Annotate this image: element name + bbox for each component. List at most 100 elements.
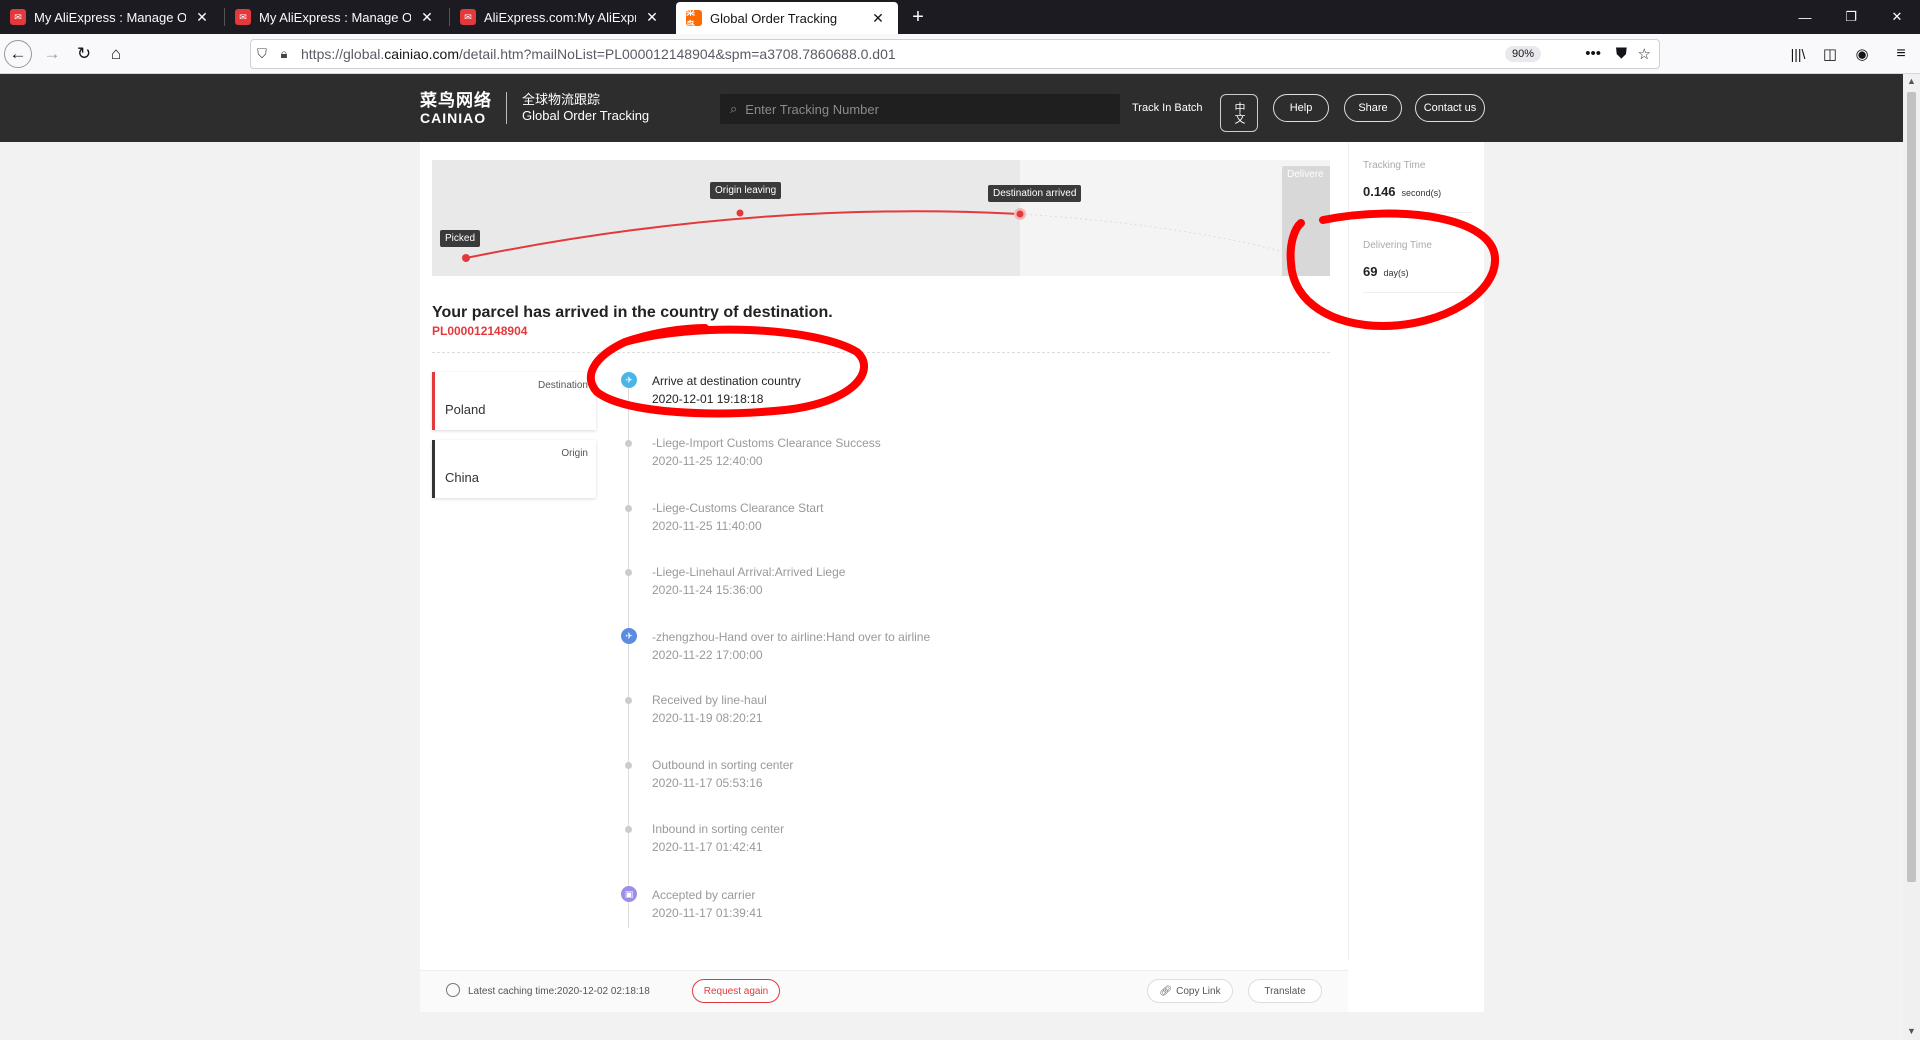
reload-button[interactable]: ↻ xyxy=(69,39,99,69)
copy-link-button[interactable]: 🔗︎ Copy Link xyxy=(1147,979,1233,1003)
stage-destination-arrived-label: Destination arrived xyxy=(988,185,1082,202)
aliexpress-favicon-icon: ✉ xyxy=(460,9,476,25)
page-scrollbar[interactable]: ▲ ▼ xyxy=(1903,74,1920,1040)
event-time: 2020-11-17 01:42:41 xyxy=(652,840,763,854)
browser-tab-active[interactable]: 菜鸟 Global Order Tracking ✕ xyxy=(676,2,898,34)
timeline-event: -Liege-Customs Clearance Start 2020-11-2… xyxy=(652,500,823,534)
divider xyxy=(432,352,1330,353)
contact-us-button[interactable]: Contact us xyxy=(1415,94,1485,122)
aliexpress-favicon-icon: ✉ xyxy=(10,9,26,25)
event-description: Arrive at destination country xyxy=(652,374,801,388)
scroll-up-arrow-icon[interactable]: ▲ xyxy=(1903,76,1920,86)
tracking-number-input[interactable] xyxy=(745,101,1086,117)
help-button[interactable]: Help xyxy=(1273,94,1329,122)
close-icon[interactable]: ✕ xyxy=(194,9,210,26)
event-description: -Liege-Linehaul Arrival:Arrived Liege xyxy=(652,565,846,579)
sidebar-toggle-icon[interactable]: ◫ xyxy=(1815,39,1845,69)
event-time: 2020-11-17 01:39:41 xyxy=(652,906,763,920)
pocket-icon[interactable]: ⛊ xyxy=(1616,45,1627,62)
track-in-batch-link[interactable]: Track In Batch xyxy=(1132,102,1203,114)
event-description: -Liege-Import Customs Clearance Success xyxy=(652,436,881,450)
share-button[interactable]: Share xyxy=(1344,94,1402,122)
event-description: -zhengzhou-Hand over to airline:Hand ove… xyxy=(652,630,931,644)
timeline-dot xyxy=(625,826,632,833)
event-description: -Liege-Customs Clearance Start xyxy=(652,501,824,515)
more-actions-icon[interactable]: ••• xyxy=(1585,45,1601,62)
timeline-dot xyxy=(625,697,632,704)
language-switch-button[interactable]: 中文 xyxy=(1220,94,1258,132)
progress-route-line xyxy=(465,210,1021,259)
timeline-dot xyxy=(625,569,632,576)
timeline-dot xyxy=(625,505,632,512)
caching-time: Latest caching time:2020-12-02 02:18:18 xyxy=(468,986,650,997)
browser-tab[interactable]: ✉ My AliExpress : Manage Orders ✕ xyxy=(225,0,447,34)
parcel-status-headline: Your parcel has arrived in the country o… xyxy=(432,304,833,321)
picked-marker xyxy=(462,254,470,262)
translate-button[interactable]: Translate xyxy=(1248,979,1322,1003)
menu-icon[interactable]: ≡ xyxy=(1886,39,1916,69)
link-icon: 🔗︎ xyxy=(1159,985,1173,997)
event-time: 2020-11-25 12:40:00 xyxy=(652,454,763,468)
close-icon[interactable]: ✕ xyxy=(644,9,660,26)
scrollbar-thumb[interactable] xyxy=(1907,92,1916,882)
zoom-indicator[interactable]: 90% xyxy=(1504,46,1541,62)
origin-leaving-marker xyxy=(736,209,744,217)
request-again-button[interactable]: Request again xyxy=(692,979,780,1003)
account-icon[interactable]: ◉ xyxy=(1847,39,1877,69)
cainiao-logo[interactable]: 菜鸟网络 CAINIAO xyxy=(420,92,492,127)
tracking-search-box[interactable]: ⌕ xyxy=(720,94,1120,124)
event-time: 2020-11-22 17:00:00 xyxy=(652,648,763,662)
bookmark-star-icon[interactable]: ☆ xyxy=(1638,45,1651,63)
destination-arrived-marker xyxy=(1016,210,1024,218)
delivering-time-value: 69 day(s) xyxy=(1363,264,1409,279)
logo-divider xyxy=(506,92,507,124)
scroll-down-arrow-icon[interactable]: ▼ xyxy=(1903,1026,1920,1036)
tracking-footer: Latest caching time:2020-12-02 02:18:18 … xyxy=(420,970,1348,1012)
package-accepted-icon: ▣ xyxy=(621,886,637,902)
timeline-event: Inbound in sorting center 2020-11-17 01:… xyxy=(652,821,784,855)
stage-picked-label: Picked xyxy=(440,230,481,247)
browser-tab[interactable]: ✉ AliExpress.com:My AliExpress ✕ xyxy=(450,0,672,34)
cainiao-favicon-icon: 菜鸟 xyxy=(686,7,702,30)
tab-label: AliExpress.com:My AliExpress xyxy=(484,9,636,25)
back-button[interactable]: ← xyxy=(4,40,32,68)
event-time: 2020-12-01 19:18:18 xyxy=(652,392,764,406)
close-icon[interactable]: ✕ xyxy=(419,9,435,26)
library-icon[interactable]: |||\ xyxy=(1783,39,1813,69)
event-description: Received by line-haul xyxy=(652,693,767,707)
browser-tab[interactable]: ✉ My AliExpress : Manage Orders ✕ xyxy=(0,0,222,34)
close-icon[interactable]: ✕ xyxy=(870,10,886,27)
window-close-button[interactable]: ✕ xyxy=(1874,0,1920,34)
shipping-progress-map: Picked Origin leaving Destination arrive… xyxy=(432,160,1330,276)
timeline-event: -zhengzhou-Hand over to airline:Hand ove… xyxy=(652,629,930,663)
search-icon[interactable]: ⌕ xyxy=(730,101,737,117)
new-tab-button[interactable]: + xyxy=(904,0,932,34)
minimize-button[interactable]: ― xyxy=(1782,0,1828,34)
timeline-event: -Liege-Linehaul Arrival:Arrived Liege 20… xyxy=(652,564,845,598)
url-bar[interactable]: ⛉ 🔒︎ https://global.cainiao.com/detail.h… xyxy=(250,39,1660,69)
stage-origin-leaving-label: Origin leaving xyxy=(710,182,782,199)
divider xyxy=(1363,292,1471,293)
timeline-dot xyxy=(625,440,632,447)
timeline-event: -Liege-Import Customs Clearance Success … xyxy=(652,435,881,469)
timeline-dot xyxy=(625,762,632,769)
shield-icon[interactable]: ⛉ xyxy=(251,46,273,62)
origin-label: Origin xyxy=(561,448,588,459)
event-time: 2020-11-19 08:20:21 xyxy=(652,711,763,725)
forward-button[interactable]: → xyxy=(37,39,67,69)
tab-label: Global Order Tracking xyxy=(710,10,838,26)
divider xyxy=(1363,212,1471,213)
browser-nav-bar: ← → ↻ ⌂ ⛉ 🔒︎ https://global.cainiao.com/… xyxy=(0,34,1920,74)
restore-button[interactable]: ❐ xyxy=(1828,0,1874,34)
lock-icon[interactable]: 🔒︎ xyxy=(273,46,295,62)
home-icon[interactable]: ⌂ xyxy=(101,39,131,69)
timeline-line xyxy=(628,378,629,928)
aliexpress-favicon-icon: ✉ xyxy=(235,9,251,25)
tracking-time-label: Tracking Time xyxy=(1363,160,1426,171)
site-subtitle: 全球物流跟踪 Global Order Tracking xyxy=(522,92,650,123)
event-time: 2020-11-17 05:53:16 xyxy=(652,776,763,790)
stage-delivered-label: Delivere xyxy=(1282,166,1330,276)
destination-label: Destination xyxy=(537,380,588,391)
delivering-time-label: Delivering Time xyxy=(1363,240,1432,251)
timeline-event: Arrive at destination country 2020-12-01… xyxy=(652,373,801,407)
